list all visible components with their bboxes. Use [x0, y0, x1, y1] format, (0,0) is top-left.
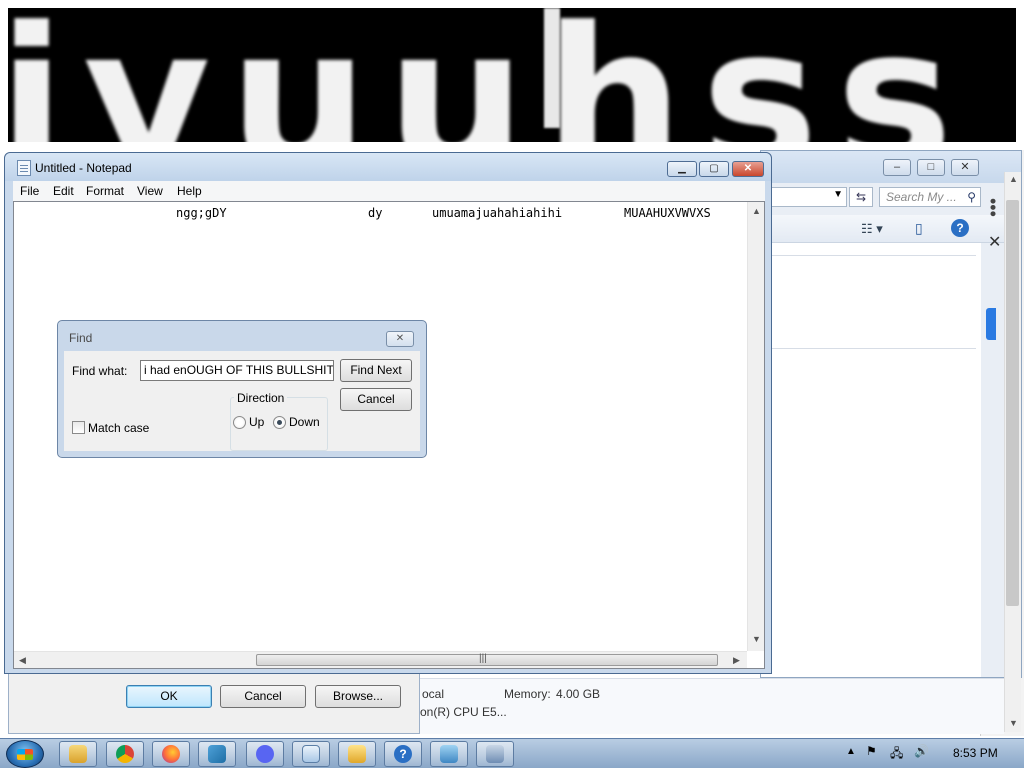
scrollbar-thumb[interactable]: ||| — [256, 653, 718, 666]
minimize-button[interactable]: – — [883, 159, 911, 176]
scroll-left-icon[interactable]: ◀ — [19, 655, 26, 666]
notepad-icon[interactable] — [292, 741, 330, 767]
scroll-down-icon[interactable]: ▼ — [1009, 718, 1018, 728]
divider — [771, 348, 976, 349]
volume-icon[interactable]: 🔊 — [914, 744, 929, 758]
network-icon[interactable]: 🖧 — [890, 744, 903, 765]
notepad-titlebar[interactable]: Untitled - Notepad ▁ ▢ ✕ — [5, 153, 771, 181]
minimize-button[interactable]: ▁ — [667, 161, 697, 177]
explorer-toolbar: ☷ ▾ ▯ ? — [761, 215, 1021, 243]
action-center-icon[interactable]: ⚑ — [866, 744, 877, 758]
show-hidden-icons[interactable]: ▲ — [846, 746, 856, 757]
direction-down-radio[interactable] — [273, 416, 286, 429]
find-dialog: Find ✕ Find what: i had enOUGH OF THIS B… — [57, 320, 427, 458]
taskbar: ? ▲ ⚑ 🖧 🔊 8:53 PM — [0, 738, 1024, 768]
search-placeholder: Search My ... — [886, 190, 957, 204]
search-input[interactable]: Search My ... ⚲ — [879, 187, 981, 207]
window-title: Untitled - Notepad — [35, 161, 132, 175]
close-button[interactable]: ✕ — [386, 331, 414, 347]
scroll-right-icon[interactable]: ▶ — [733, 655, 740, 666]
folder-window-icon[interactable] — [338, 741, 376, 767]
scrollbar-thumb[interactable] — [1006, 200, 1019, 606]
explorer-icon[interactable] — [59, 741, 97, 767]
up-label[interactable]: Up — [249, 415, 264, 429]
close-button[interactable]: ✕ — [732, 161, 764, 177]
discord-icon[interactable] — [246, 741, 284, 767]
find-dialog-body: Find what: i had enOUGH OF THIS BULLSHIT… — [64, 351, 420, 451]
explorer-titlebar: – □ ✕ — [761, 151, 1021, 183]
address-bar[interactable]: ▼ — [771, 187, 847, 207]
match-case-checkbox[interactable] — [72, 421, 85, 434]
dialog-title: Find — [69, 331, 93, 345]
menu-format[interactable]: Format — [86, 184, 124, 198]
divider — [771, 255, 976, 256]
grip-icon: ||| — [479, 653, 487, 664]
help-icon[interactable]: ? — [384, 741, 422, 767]
menu-edit[interactable]: Edit — [53, 184, 74, 198]
computer-type-value: ocal — [422, 687, 445, 701]
direction-up-radio[interactable] — [233, 416, 246, 429]
banner-decoration — [544, 8, 560, 128]
banner-text: iyuuhss — [8, 8, 971, 142]
refresh-icon[interactable]: ⇆ — [849, 187, 873, 207]
explorer-window: – □ ✕ ▼ ⇆ Search My ... ⚲ ☷ ▾ ▯ ? — [760, 150, 1022, 678]
help-icon[interactable]: ? — [951, 219, 969, 237]
cancel-button[interactable]: Cancel — [340, 388, 412, 411]
find-what-input[interactable]: i had enOUGH OF THIS BULLSHIT!!!! — [140, 360, 334, 381]
search-icon[interactable]: ⚲ — [967, 188, 976, 206]
find-what-label: Find what: — [72, 364, 128, 378]
close-button[interactable]: ✕ — [951, 159, 979, 176]
explorer-content — [761, 243, 981, 677]
view-options-icon[interactable]: ☷ ▾ — [861, 221, 883, 237]
preview-pane-icon[interactable]: ▯ — [915, 220, 923, 237]
processor-value: on(R) CPU E5... — [420, 705, 507, 719]
text-segment: ngg;gDY — [176, 206, 227, 220]
text-segment: MUAAHUXVWVXS — [624, 206, 711, 220]
start-button[interactable] — [6, 740, 44, 768]
memory-value: 4.00 GB — [556, 687, 601, 701]
ok-button[interactable]: OK — [126, 685, 212, 708]
system-info-panel: ocal Memory: 4.00 GB on(R) CPU E5... — [420, 678, 1004, 734]
vertical-scrollbar[interactable]: ▲ ▼ — [747, 202, 764, 651]
maximize-button[interactable]: ▢ — [699, 161, 729, 177]
close-icon[interactable]: ✕ — [988, 232, 1001, 252]
menu-help[interactable]: Help — [177, 184, 202, 198]
more-options-icon[interactable]: ••• — [983, 198, 1003, 217]
chevron-down-icon[interactable]: ▼ — [833, 189, 843, 200]
scroll-down-icon[interactable]: ▼ — [752, 634, 761, 644]
scroll-up-icon[interactable]: ▲ — [1009, 174, 1018, 184]
horizontal-scrollbar[interactable]: ◀ ||| ▶ — [14, 651, 747, 668]
background-dialog: OK Cancel Browse... — [8, 672, 420, 734]
memory-label: Memory: — [504, 687, 551, 701]
clock[interactable]: 8:53 PM — [953, 746, 998, 760]
chrome-icon[interactable] — [106, 741, 144, 767]
wallpaper-banner: iyuuhss — [8, 8, 1016, 142]
down-label[interactable]: Down — [289, 415, 320, 429]
accent-tab[interactable] — [986, 308, 996, 340]
direction-label: Direction — [234, 391, 288, 405]
remote-desktop-icon[interactable] — [430, 741, 468, 767]
match-case-label[interactable]: Match case — [88, 421, 149, 435]
vmware-icon[interactable] — [198, 741, 236, 767]
menu-file[interactable]: File — [20, 184, 39, 198]
firefox-icon[interactable] — [152, 741, 190, 767]
browse-button[interactable]: Browse... — [315, 685, 401, 708]
menu-view[interactable]: View — [137, 184, 163, 198]
find-next-button[interactable]: Find Next — [340, 359, 412, 382]
text-segment: dy — [368, 206, 383, 220]
menu-bar: File Edit Format View Help — [13, 181, 765, 201]
cancel-button[interactable]: Cancel — [220, 685, 306, 708]
notepad-icon — [17, 160, 31, 176]
scroll-up-icon[interactable]: ▲ — [752, 206, 761, 216]
text-segment: umuamajuahahiahihi — [432, 206, 563, 220]
maximize-button[interactable]: □ — [917, 159, 945, 176]
network-settings-icon[interactable] — [476, 741, 514, 767]
